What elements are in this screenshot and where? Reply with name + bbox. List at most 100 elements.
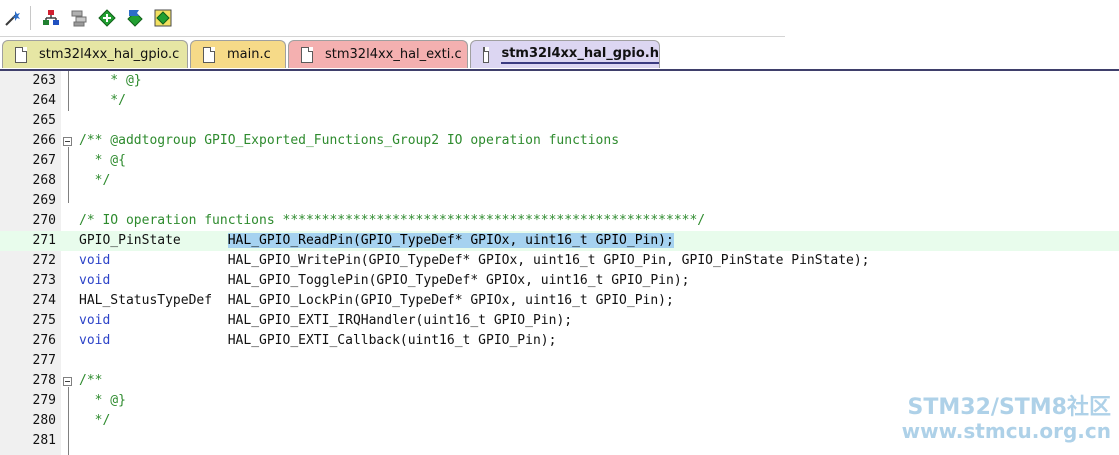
code-text: void HAL_GPIO_EXTI_Callback(uint16_t GPI… [79,331,556,351]
code-token: HAL_GPIO_LockPin(GPIO_TypeDef* GPIOx, ui… [227,293,674,308]
line-number: 275 [32,313,56,328]
line-number: 273 [32,273,56,288]
code-line[interactable]: 277 [0,351,1119,371]
code-text: * @{ [79,151,126,171]
code-token: void [79,273,228,288]
code-text: */ [79,91,126,111]
tab-stm32l4xx-hal-gpio-h[interactable]: stm32l4xx_hal_gpio.h [470,40,660,68]
code-line[interactable]: 274 HAL_StatusTypeDef HAL_GPIO_LockPin(GP… [0,291,1119,311]
tab-strip: stm32l4xx_hal_gpio.c main.c stm32l4xx_ha… [0,37,1119,71]
code-token: */ [79,413,111,428]
code-text: * @} [79,391,126,411]
code-token: * @} [79,73,142,88]
line-number: 281 [32,433,56,448]
code-text: void HAL_GPIO_WritePin(GPIO_TypeDef* GPI… [79,251,870,271]
file-icon [483,46,490,63]
code-line[interactable]: 266 /** @addtogroup GPIO_Exported_Functio… [0,131,1119,151]
code-text: GPIO_PinState HAL_GPIO_ReadPin(GPIO_Type… [79,231,674,251]
tab-stm32l4xx-hal-gpio-c[interactable]: stm32l4xx_hal_gpio.c [2,40,188,68]
line-number: 263 [32,73,56,88]
code-token: HAL_GPIO_EXTI_IRQHandler(uint16_t GPIO_P… [227,313,573,328]
code-token: void [79,313,228,328]
file-icon [15,46,27,63]
tab-label: stm32l4xx_hal_gpio.c [39,47,180,62]
code-line[interactable]: 265 [0,111,1119,131]
fold-line [68,71,69,111]
code-token: HAL_GPIO_EXTI_Callback(uint16_t GPIO_Pin… [227,333,557,348]
code-token: HAL_StatusTypeDef [79,293,228,308]
code-text: HAL_StatusTypeDef HAL_GPIO_LockPin(GPIO_… [79,291,674,311]
tab-label: main.c [227,47,271,62]
code-text: * @} [79,71,142,91]
file-icon [203,46,215,63]
code-token: * @} [79,393,126,408]
line-number: 276 [32,333,56,348]
code-line[interactable]: 267 * @{ [0,151,1119,171]
line-number: 268 [32,173,56,188]
fold-collapse-icon[interactable] [63,377,72,386]
selected-text: HAL_GPIO_ReadPin(GPIO_TypeDef* GPIOx, ui… [227,233,674,248]
code-line[interactable]: 273 void HAL_GPIO_TogglePin(GPIO_TypeDef*… [0,271,1119,291]
code-text: void HAL_GPIO_EXTI_IRQHandler(uint16_t G… [79,311,572,331]
fold-line [68,147,69,203]
code-line[interactable]: 269 [0,191,1119,211]
code-token: /** @addtogroup GPIO_Exported_Functions_… [79,133,620,148]
line-number: 272 [32,253,56,268]
code-token: /* IO operation functions **************… [79,213,706,228]
tab-stm32l4xx-hal-exti-c[interactable]: stm32l4xx_hal_exti.c [288,40,468,68]
line-number: 271 [32,233,56,248]
line-number: 279 [32,393,56,408]
watermark-title: STM32/STM8社区 [907,394,1111,420]
line-number: 265 [32,113,56,128]
line-number: 269 [32,193,56,208]
code-token: */ [79,173,111,188]
watermark: STM32/STM8社区 www.stmcu.org.cn [902,395,1111,443]
line-number: 277 [32,353,56,368]
code-line[interactable]: 275 void HAL_GPIO_EXTI_IRQHandler(uint16_… [0,311,1119,331]
code-line[interactable]: 271 GPIO_PinState HAL_GPIO_ReadPin(GPIO_T… [0,231,1119,251]
code-line[interactable]: 270 /* IO operation functions ***********… [0,211,1119,231]
diamond-box-icon[interactable] [152,7,174,29]
tree-stack-icon[interactable] [68,7,90,29]
line-number: 274 [32,293,56,308]
code-line[interactable]: 264 */ [0,91,1119,111]
code-line[interactable]: 272 void HAL_GPIO_WritePin(GPIO_TypeDef* … [0,251,1119,271]
code-token: HAL_GPIO_TogglePin(GPIO_TypeDef* GPIOx, … [227,273,690,288]
tab-main-c[interactable]: main.c [190,40,286,68]
file-icon [301,46,313,63]
code-text: */ [79,411,111,431]
code-token: void [79,333,228,348]
code-text: /** @addtogroup GPIO_Exported_Functions_… [79,131,619,151]
code-text: /** [79,371,102,391]
tab-label: stm32l4xx_hal_exti.c [325,47,462,62]
fold-line [68,387,69,455]
wizard-icon[interactable] [2,7,24,29]
diamond-move-icon[interactable] [96,7,118,29]
code-line[interactable]: 268 */ [0,171,1119,191]
toolbar [0,0,785,37]
code-token: * @{ [79,153,126,168]
diamond-flag-icon[interactable] [124,7,146,29]
code-text: /* IO operation functions **************… [79,211,705,231]
code-token: void [79,253,228,268]
code-line[interactable]: 278 /** [0,371,1119,391]
line-number: 270 [32,213,56,228]
code-token: */ [79,93,126,108]
tab-label: stm32l4xx_hal_gpio.h [501,46,659,64]
code-line[interactable]: 276 void HAL_GPIO_EXTI_Callback(uint16_t … [0,331,1119,351]
code-token: /** [79,373,103,388]
line-number: 264 [32,93,56,108]
line-number: 280 [32,413,56,428]
code-text: */ [79,171,111,191]
code-token: GPIO_PinState [79,233,228,248]
line-number: 266 [32,133,56,148]
fold-collapse-icon[interactable] [63,137,72,146]
code-text: void HAL_GPIO_TogglePin(GPIO_TypeDef* GP… [79,271,690,291]
code-token: HAL_GPIO_WritePin(GPIO_TypeDef* GPIOx, u… [227,253,870,268]
tree-up-icon[interactable] [40,7,62,29]
code-line[interactable]: 263 * @} [0,71,1119,91]
line-number: 267 [32,153,56,168]
toolbar-separator [30,6,31,30]
line-number: 278 [32,373,56,388]
watermark-url: www.stmcu.org.cn [901,419,1111,443]
